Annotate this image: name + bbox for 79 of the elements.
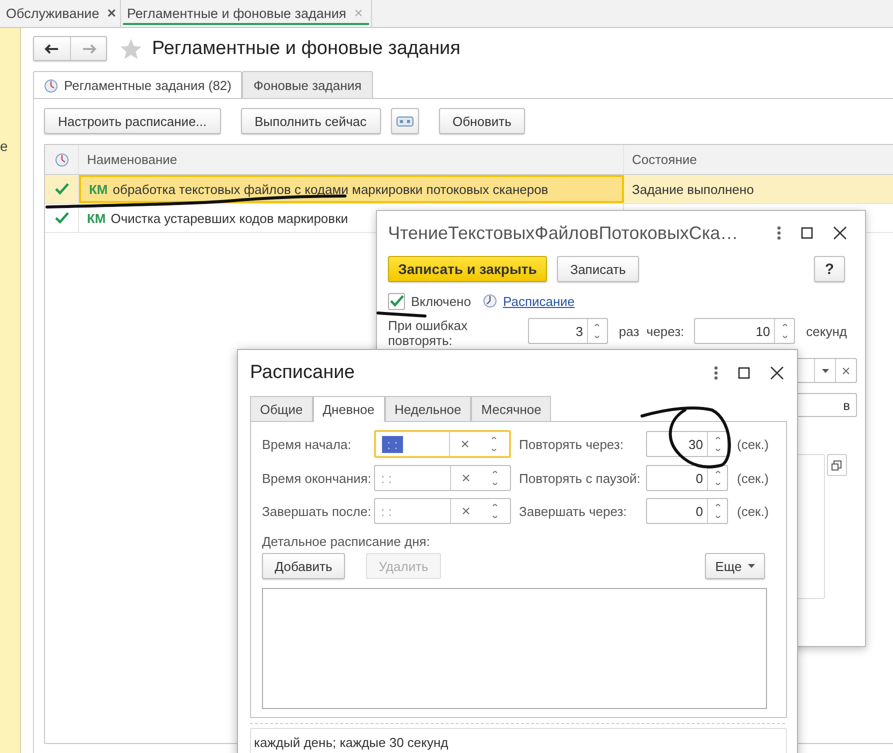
tab[interactable]: Регламентные задания (82) (33, 71, 242, 99)
unit-label: (сек.) (737, 436, 770, 452)
dialog-title: Расписание (250, 362, 355, 384)
toolbar-button[interactable]: Настроить расписание... (44, 108, 221, 134)
close-icon[interactable] (833, 226, 847, 240)
toolbar-button[interactable] (390, 108, 418, 134)
tab[interactable]: Фоновые задания (242, 71, 373, 98)
close-icon[interactable] (770, 366, 784, 380)
clear-icon (462, 507, 470, 515)
maximize-icon[interactable] (738, 367, 750, 379)
section-label: Детальное расписание дня: (262, 534, 431, 549)
marker-underline (376, 312, 426, 318)
field-label: секунд (806, 324, 847, 338)
caret-icon (748, 564, 755, 568)
number-field[interactable]: 0 (646, 465, 728, 491)
check-icon (390, 295, 404, 307)
save-and-close-button[interactable]: Записать и закрыть (388, 256, 547, 282)
spinner-icon (489, 437, 499, 451)
windows-icon (831, 460, 842, 470)
schedule-link[interactable]: Расписание (502, 294, 575, 308)
tab[interactable]: Общие (250, 396, 313, 421)
save-button[interactable]: Записать (557, 256, 639, 282)
page-title: Регламентные и фоновые задания (152, 38, 460, 60)
column-header[interactable]: Состояние (624, 145, 893, 174)
tab[interactable]: Дневное (312, 396, 385, 422)
field-label: Время окончания: (262, 470, 372, 486)
app-tab[interactable]: Обслуживание × (0, 0, 121, 27)
summary-field: каждый день; каждые 30 секунд (250, 728, 787, 753)
star-icon[interactable] (120, 38, 142, 60)
unit-label: (сек.) (737, 470, 770, 486)
clock-icon (482, 294, 497, 308)
caret-icon (822, 368, 828, 372)
more-button[interactable]: Еще (705, 553, 765, 579)
sidebar-text: е (0, 138, 8, 154)
field-label: Время начала: (262, 436, 352, 452)
unit-label: (сек.) (737, 504, 770, 518)
more-icon[interactable] (777, 226, 781, 240)
toolbar-button[interactable]: Обновить (438, 108, 526, 134)
number-field[interactable]: 3 (528, 318, 608, 344)
more-icon[interactable] (714, 366, 718, 380)
maximize-icon[interactable] (801, 227, 813, 239)
checkbox[interactable] (388, 292, 405, 310)
clock-icon (54, 152, 68, 166)
clear-icon (462, 474, 470, 482)
field-label: Повторять через: (519, 436, 624, 452)
spinner-icon (490, 471, 500, 485)
table-row[interactable]: КМ обработка текстовых файлов с кодами маркировки потоковых сканеров Задание выполнено (45, 175, 893, 204)
spinner-icon (780, 324, 790, 338)
open-button[interactable] (826, 454, 847, 476)
table-cell-text: Задание выполнено (631, 180, 755, 199)
clear-icon (460, 440, 468, 448)
help-button[interactable]: ? (814, 256, 845, 282)
field-label: Завершать через: (519, 504, 628, 518)
left-arrow-icon (44, 42, 60, 54)
field-label: Повторять с паузой: (519, 470, 642, 486)
toolbar-button[interactable]: Выполнить сейчас (240, 108, 380, 134)
clock-icon (44, 78, 58, 92)
spinner-icon (712, 471, 722, 485)
spinner-icon (712, 504, 722, 518)
number-field[interactable]: 10 (694, 318, 796, 344)
clear-icon (842, 366, 850, 374)
spinner-icon (592, 324, 602, 338)
tape-icon (396, 116, 414, 126)
checkbox-label: Включено (411, 294, 471, 308)
number-field[interactable]: 0 (646, 498, 728, 524)
field-label: Завершать после: (262, 504, 372, 518)
tab[interactable]: Недельное (384, 396, 472, 421)
field-label: При ошибках повторять: (388, 318, 469, 348)
table-cell: КМ обработка текстовых файлов с кодами маркировки потоковых сканеров (79, 175, 624, 203)
tab[interactable]: Месячное (471, 396, 552, 421)
toolbar-button[interactable]: Добавить (262, 553, 345, 579)
right-arrow-icon (80, 42, 96, 54)
field-label: раз через: (618, 324, 684, 338)
close-icon[interactable]: × (107, 5, 116, 22)
number-field[interactable]: 30 (646, 431, 728, 457)
app-tab[interactable]: Регламентные и фоновые задания × (121, 0, 372, 27)
spinner-icon (712, 437, 722, 451)
column-header[interactable]: Наименование (79, 145, 624, 174)
spinner-icon (490, 504, 500, 518)
